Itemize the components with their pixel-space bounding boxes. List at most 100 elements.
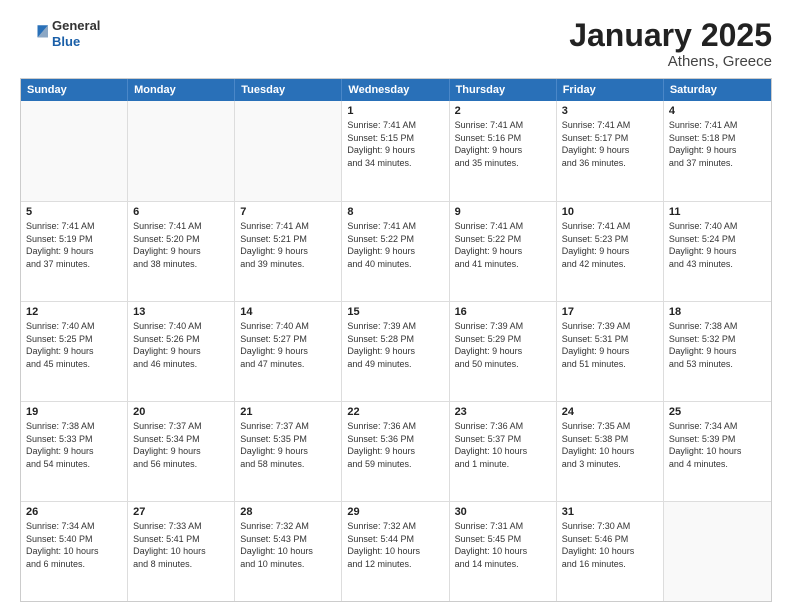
cell-info-line: Daylight: 9 hours [26,245,122,258]
cell-info-line: Sunset: 5:23 PM [562,233,658,246]
cell-info-line: Sunset: 5:15 PM [347,132,443,145]
cell-info-line: and 3 minutes. [562,458,658,471]
day-number: 22 [347,406,443,418]
cell-info-line: Sunset: 5:37 PM [455,433,551,446]
cell-info-line: Daylight: 9 hours [26,345,122,358]
calendar-cell: 2Sunrise: 7:41 AMSunset: 5:16 PMDaylight… [450,101,557,201]
cell-info-line: Sunset: 5:44 PM [347,533,443,546]
cell-info-line: Sunrise: 7:40 AM [240,320,336,333]
calendar-cell: 20Sunrise: 7:37 AMSunset: 5:34 PMDayligh… [128,402,235,501]
cell-info-line: Sunrise: 7:35 AM [562,420,658,433]
calendar-cell: 29Sunrise: 7:32 AMSunset: 5:44 PMDayligh… [342,502,449,601]
calendar-cell [235,101,342,201]
cell-info-line: and 1 minute. [455,458,551,471]
cell-info-line: Daylight: 9 hours [669,245,766,258]
cell-info-line: Sunrise: 7:38 AM [669,320,766,333]
weekday-header: Sunday [21,79,128,101]
cell-info-line: Sunset: 5:17 PM [562,132,658,145]
cell-info-line: and 41 minutes. [455,258,551,271]
cell-info-line: Sunrise: 7:41 AM [347,119,443,132]
cell-info-line: Sunrise: 7:38 AM [26,420,122,433]
cell-info-line: and 35 minutes. [455,157,551,170]
cell-info-line: and 47 minutes. [240,358,336,371]
calendar-cell: 7 Sunrise: 7:41 AMSunset: 5:21 PMDaylight… [235,202,342,301]
cell-info-line: and 34 minutes. [347,157,443,170]
day-number: 30 [455,506,551,518]
cell-info-line: Sunset: 5:32 PM [669,333,766,346]
cell-info-line: Sunrise: 7:36 AM [455,420,551,433]
cell-info-line: Daylight: 9 hours [562,144,658,157]
cell-info-line: Daylight: 9 hours [669,345,766,358]
calendar-week: 5Sunrise: 7:41 AMSunset: 5:19 PMDaylight… [21,201,771,301]
cell-info-line: Sunrise: 7:31 AM [455,520,551,533]
cell-info-line: Sunrise: 7:41 AM [240,220,336,233]
calendar-cell: 14 Sunrise: 7:40 AMSunset: 5:27 PMDayligh… [235,302,342,401]
day-number: 20 [133,406,229,418]
calendar-cell: 13Sunrise: 7:40 AMSunset: 5:26 PMDayligh… [128,302,235,401]
day-number: 31 [562,506,658,518]
cell-info-line: and 10 minutes. [240,558,336,571]
day-number: 27 [133,506,229,518]
cell-info-line: Sunset: 5:38 PM [562,433,658,446]
cell-info-line: Daylight: 9 hours [347,345,443,358]
cell-info-line: and 4 minutes. [669,458,766,471]
cell-info-line: Sunrise: 7:33 AM [133,520,229,533]
calendar-cell: 22Sunrise: 7:36 AMSunset: 5:36 PMDayligh… [342,402,449,501]
header: General Blue January 2025 Athens, Greece [20,18,772,70]
cell-info-line: Daylight: 9 hours [669,144,766,157]
cell-info-line: and 50 minutes. [455,358,551,371]
day-number: 26 [26,506,122,518]
cell-info-line: Daylight: 10 hours [562,445,658,458]
cell-info-line: Sunset: 5:41 PM [133,533,229,546]
cell-info-line: Daylight: 9 hours [240,245,336,258]
cell-info-line: and 6 minutes. [26,558,122,571]
cell-info-line: Daylight: 10 hours [240,545,336,558]
cell-info-line: Daylight: 10 hours [133,545,229,558]
calendar-cell [21,101,128,201]
calendar-header: SundayMondayTuesdayWednesdayThursdayFrid… [21,79,771,101]
cell-info-line: Sunrise: 7:40 AM [669,220,766,233]
cell-info-line: Daylight: 9 hours [455,144,551,157]
page-title: January 2025 [569,18,772,53]
cell-info-line: and 59 minutes. [347,458,443,471]
cell-info-line: Sunset: 5:27 PM [240,333,336,346]
cell-info-line: Daylight: 9 hours [562,245,658,258]
cell-info-line: Sunset: 5:31 PM [562,333,658,346]
cell-info-line: Sunset: 5:22 PM [455,233,551,246]
day-number: 3 [562,105,658,117]
logo-blue-text: Blue [52,34,100,50]
cell-info-line: and 37 minutes. [26,258,122,271]
cell-info-line: Sunset: 5:20 PM [133,233,229,246]
day-number: 10 [562,206,658,218]
cell-info-line: Daylight: 9 hours [455,345,551,358]
cell-info-line: Daylight: 9 hours [240,345,336,358]
cell-info-line: Sunset: 5:40 PM [26,533,122,546]
day-number: 12 [26,306,122,318]
calendar-cell [128,101,235,201]
cell-info-line: Daylight: 9 hours [133,345,229,358]
cell-info-line: Sunset: 5:33 PM [26,433,122,446]
cell-info-line: Daylight: 9 hours [133,245,229,258]
cell-info-line: Sunset: 5:21 PM [240,233,336,246]
cell-info-line: and 51 minutes. [562,358,658,371]
calendar-cell: 28Sunrise: 7:32 AMSunset: 5:43 PMDayligh… [235,502,342,601]
day-number: 7 [240,206,336,218]
cell-info-line: Sunset: 5:25 PM [26,333,122,346]
cell-info-line: Sunset: 5:39 PM [669,433,766,446]
calendar-cell: 17Sunrise: 7:39 AMSunset: 5:31 PMDayligh… [557,302,664,401]
calendar-cell: 31Sunrise: 7:30 AMSunset: 5:46 PMDayligh… [557,502,664,601]
cell-info-line: Sunrise: 7:39 AM [455,320,551,333]
calendar-cell: 26Sunrise: 7:34 AMSunset: 5:40 PMDayligh… [21,502,128,601]
logo-text: General Blue [52,18,100,49]
day-number: 21 [240,406,336,418]
calendar-cell: 11Sunrise: 7:40 AMSunset: 5:24 PMDayligh… [664,202,771,301]
cell-info-line: Sunset: 5:35 PM [240,433,336,446]
cell-info-line: Sunrise: 7:41 AM [347,220,443,233]
day-number: 14 [240,306,336,318]
calendar-cell: 3Sunrise: 7:41 AMSunset: 5:17 PMDaylight… [557,101,664,201]
cell-info-line: Sunrise: 7:34 AM [669,420,766,433]
cell-info-line: and 12 minutes. [347,558,443,571]
calendar-cell: 9Sunrise: 7:41 AMSunset: 5:22 PMDaylight… [450,202,557,301]
weekday-header: Monday [128,79,235,101]
cell-info-line: Daylight: 9 hours [347,245,443,258]
